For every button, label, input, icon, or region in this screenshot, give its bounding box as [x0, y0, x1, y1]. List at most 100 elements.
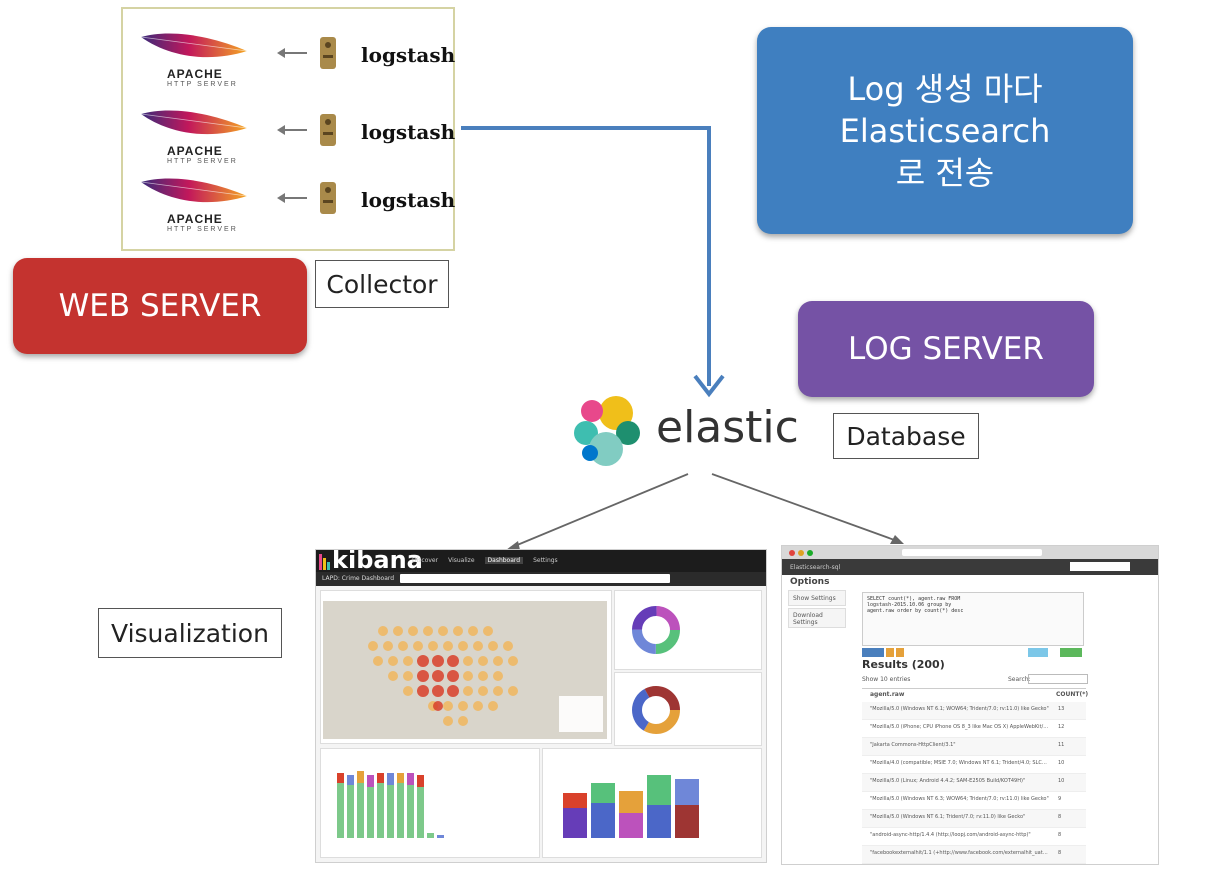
count-cell: 8	[1058, 814, 1062, 820]
results-search-input[interactable]	[1028, 674, 1088, 684]
donut-chart	[632, 606, 680, 654]
address-bar[interactable]	[902, 549, 1042, 556]
donut-chart	[632, 686, 680, 734]
download-settings-button[interactable]: Download Settings	[788, 608, 846, 628]
options-label: Options	[790, 577, 830, 587]
table-row: "facebookexternalhit/1.1 (+http://www.fa…	[862, 846, 1086, 864]
es-url-input[interactable]	[1070, 562, 1130, 571]
bar-panel-1	[320, 748, 540, 858]
count-cell: 8	[1058, 832, 1062, 838]
results-table: "Mozilla/5.0 (Windows NT 6.1; WOW64; Tri…	[862, 702, 1086, 864]
es-sql-navbar: Elasticsearch-sql	[782, 559, 1158, 575]
search-button[interactable]	[1060, 648, 1082, 657]
es-sql-app-title: Elasticsearch-sql	[790, 564, 841, 571]
kibana-search-input[interactable]	[400, 574, 670, 583]
table-row: "Mozilla/5.0 (Windows NT 6.3; WOW64; Tri…	[862, 792, 1086, 810]
agent-cell: "facebookexternalhit/1.1 (+http://www.fa…	[870, 850, 1050, 856]
explain-button[interactable]	[1028, 648, 1048, 657]
table-row: "Mozilla/5.0 (iPhone; CPU iPhone OS 8_3 …	[862, 720, 1086, 738]
logstash-label: logstash	[361, 43, 456, 67]
kibana-screenshot: kibana Discover Visualize Dashboard Sett…	[315, 549, 767, 863]
flow-connector	[461, 126, 725, 398]
collector-row-3: APACHE HTTP SERVER logstash	[139, 174, 455, 238]
count-cell: 13	[1058, 706, 1065, 712]
map-panel	[320, 590, 612, 744]
note-box: Log 생성 마다 Elasticsearch 로 전송	[757, 27, 1133, 234]
table-row: "Jakarta Commons-HttpClient/3.1" 11	[862, 738, 1086, 756]
apache-sublabel: HTTP SERVER	[167, 226, 238, 233]
database-caption: Database	[833, 413, 979, 459]
tab-visualize[interactable]: Visualize	[448, 557, 474, 564]
agent-cell: "Jakarta Commons-HttpClient/3.1"	[870, 742, 956, 748]
arrow-left-icon	[277, 125, 307, 135]
elastic-wordmark: elastic	[656, 402, 799, 453]
dashboard-title: LAPD: Crime Dashboard	[322, 575, 395, 582]
apache-label: APACHE	[167, 212, 223, 226]
visualization-caption: Visualization	[98, 608, 282, 658]
tab-dashboard[interactable]: Dashboard	[484, 557, 524, 564]
agent-cell: "Mozilla/5.0 (Windows NT 6.1; Trident/7.…	[870, 814, 1026, 820]
bar-panel-2	[542, 748, 762, 858]
export-button-3[interactable]	[896, 648, 904, 657]
apache-feather-icon	[140, 33, 248, 58]
divider	[862, 688, 1086, 689]
logstash-log-icon	[320, 37, 336, 69]
logstash-log-icon	[320, 114, 336, 146]
collector-box: APACHE HTTP SERVER logstash APACHE HTTP …	[121, 7, 455, 251]
collector-row-1: APACHE HTTP SERVER logstash	[139, 29, 455, 93]
agent-cell: "Mozilla/5.0 (Linux; Android 4.4.2; SAM-…	[870, 778, 1026, 784]
apache-label: APACHE	[167, 67, 223, 81]
heatmap-dots	[368, 626, 603, 732]
count-cell: 10	[1058, 760, 1065, 766]
count-cell: 12	[1058, 724, 1065, 730]
count-cell: 10	[1058, 778, 1065, 784]
kibana-logo-text: kibana	[332, 549, 423, 574]
apache-feather-icon	[140, 178, 248, 203]
map-area[interactable]	[323, 601, 607, 739]
donut-panel-1	[614, 590, 762, 670]
show-entries[interactable]: Show 10 entries	[862, 676, 910, 683]
arrow-left-icon	[277, 193, 307, 203]
export-button-2[interactable]	[886, 648, 894, 657]
table-row: "Mozilla/5.0 (Linux; Android 4.4.2; SAM-…	[862, 774, 1086, 792]
table-row: "Mozilla/5.0 (Windows NT 6.1; Trident/7.…	[862, 810, 1086, 828]
apache-feather-icon	[140, 110, 248, 135]
window-controls-icon	[789, 550, 813, 556]
browser-chrome	[782, 546, 1158, 559]
note-line-2: Elasticsearch	[839, 111, 1051, 150]
col-count-header[interactable]: COUNT(*)	[1056, 691, 1088, 698]
query-editor[interactable]: SELECT count(*), agent.raw FROM logstash…	[862, 592, 1084, 646]
col-agent-header[interactable]: agent.raw	[870, 691, 904, 698]
arrow-left-icon	[277, 48, 307, 58]
elastic-logo-icon	[574, 396, 640, 466]
collector-caption: Collector	[315, 260, 449, 308]
logstash-label: logstash	[361, 120, 456, 144]
agent-cell: "Mozilla/5.0 (Windows NT 6.1; WOW64; Tri…	[870, 706, 1049, 712]
log-server-label: LOG SERVER	[798, 301, 1094, 397]
table-row: "Mozilla/5.0 (Windows NT 6.1; WOW64; Tri…	[862, 702, 1086, 720]
tab-settings[interactable]: Settings	[533, 557, 558, 564]
tab-discover[interactable]: Discover	[412, 557, 438, 564]
agent-cell: "Mozilla/5.0 (iPhone; CPU iPhone OS 8_3 …	[870, 724, 1050, 730]
results-label: Results (200)	[862, 658, 945, 671]
agent-cell: "Mozilla/4.0 (compatible; MSIE 7.0; Wind…	[870, 760, 1050, 766]
agent-cell: "android-async-http/1.4.4 (http://loopj.…	[870, 832, 1031, 838]
apache-sublabel: HTTP SERVER	[167, 158, 238, 165]
kibana-subbar: LAPD: Crime Dashboard	[316, 572, 766, 586]
show-settings-button[interactable]: Show Settings	[788, 590, 846, 606]
donut-panel-2	[614, 672, 762, 746]
logstash-label: logstash	[361, 188, 456, 212]
note-line-1: Log 생성 마다	[847, 69, 1043, 108]
count-cell: 11	[1058, 742, 1065, 748]
table-row: "android-async-http/1.4.4 (http://loopj.…	[862, 828, 1086, 846]
kibana-tabs: Discover Visualize Dashboard Settings	[412, 557, 558, 564]
table-row: "Mozilla/4.0 (compatible; MSIE 7.0; Wind…	[862, 756, 1086, 774]
apache-sublabel: HTTP SERVER	[167, 81, 238, 88]
export-csv-button[interactable]	[862, 648, 884, 657]
es-sql-screenshot: Elasticsearch-sql Options Show Settings …	[781, 545, 1159, 865]
apache-label: APACHE	[167, 144, 223, 158]
stacked-bars	[337, 771, 444, 838]
web-server-label: WEB SERVER	[13, 258, 307, 354]
logstash-log-icon	[320, 182, 336, 214]
count-cell: 9	[1058, 796, 1062, 802]
